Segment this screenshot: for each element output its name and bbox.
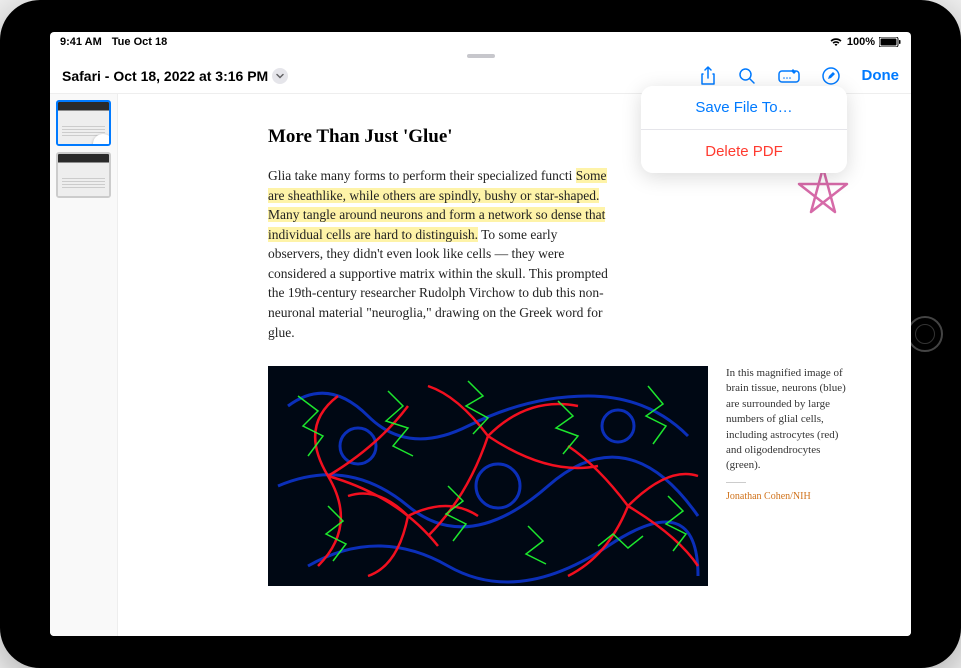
- document-title-area[interactable]: Safari - Oct 18, 2022 at 3:16 PM: [62, 68, 288, 84]
- share-icon[interactable]: [700, 66, 716, 86]
- text-segment: Glia take many forms to perform their sp…: [268, 168, 572, 183]
- figure-caption: In this magnified image of brain tissue,…: [726, 366, 846, 504]
- chevron-down-icon: [272, 68, 288, 84]
- battery-text: 100%: [847, 36, 875, 48]
- thumbnail-page-1[interactable]: ⋯: [56, 100, 111, 146]
- delete-pdf-button[interactable]: Delete PDF: [641, 130, 847, 173]
- content-area: ⋯ More Than Just 'Glue' Glia take many f…: [50, 94, 911, 636]
- screen: 9:41 AM Tue Oct 18 100% Safari - Oct 18,…: [50, 32, 911, 636]
- text-segment: To some early observers, they didn't eve…: [268, 227, 608, 340]
- thumbnail-sidebar: ⋯: [50, 94, 118, 636]
- done-button[interactable]: Done: [862, 67, 900, 84]
- markup-pen-icon[interactable]: [822, 67, 840, 85]
- document-page[interactable]: More Than Just 'Glue' Glia take many for…: [118, 94, 911, 636]
- caption-credit: Jonathan Cohen/NIH: [726, 491, 811, 502]
- markup-icon[interactable]: [778, 68, 800, 84]
- search-icon[interactable]: [738, 67, 756, 85]
- status-date: Tue Oct 18: [112, 36, 167, 48]
- caption-text: In this magnified image of brain tissue,…: [726, 367, 846, 471]
- thumbnail-options-icon[interactable]: ⋯: [93, 134, 111, 146]
- document-title: Safari - Oct 18, 2022 at 3:16 PM: [62, 68, 268, 84]
- battery-icon: [879, 37, 901, 47]
- article-paragraph: Glia take many forms to perform their sp…: [268, 166, 608, 342]
- context-menu-popover: Save File To… Delete PDF: [641, 86, 847, 173]
- thumbnail-page-2[interactable]: [56, 152, 111, 198]
- ipad-bezel: 9:41 AM Tue Oct 18 100% Safari - Oct 18,…: [0, 0, 961, 668]
- status-time: 9:41 AM: [60, 36, 102, 48]
- status-bar: 9:41 AM Tue Oct 18 100%: [50, 32, 911, 52]
- save-file-to-button[interactable]: Save File To…: [641, 86, 847, 130]
- wifi-icon: [829, 37, 843, 47]
- article-figure: [268, 366, 708, 586]
- star-annotation: [793, 164, 853, 224]
- home-button[interactable]: [907, 316, 943, 352]
